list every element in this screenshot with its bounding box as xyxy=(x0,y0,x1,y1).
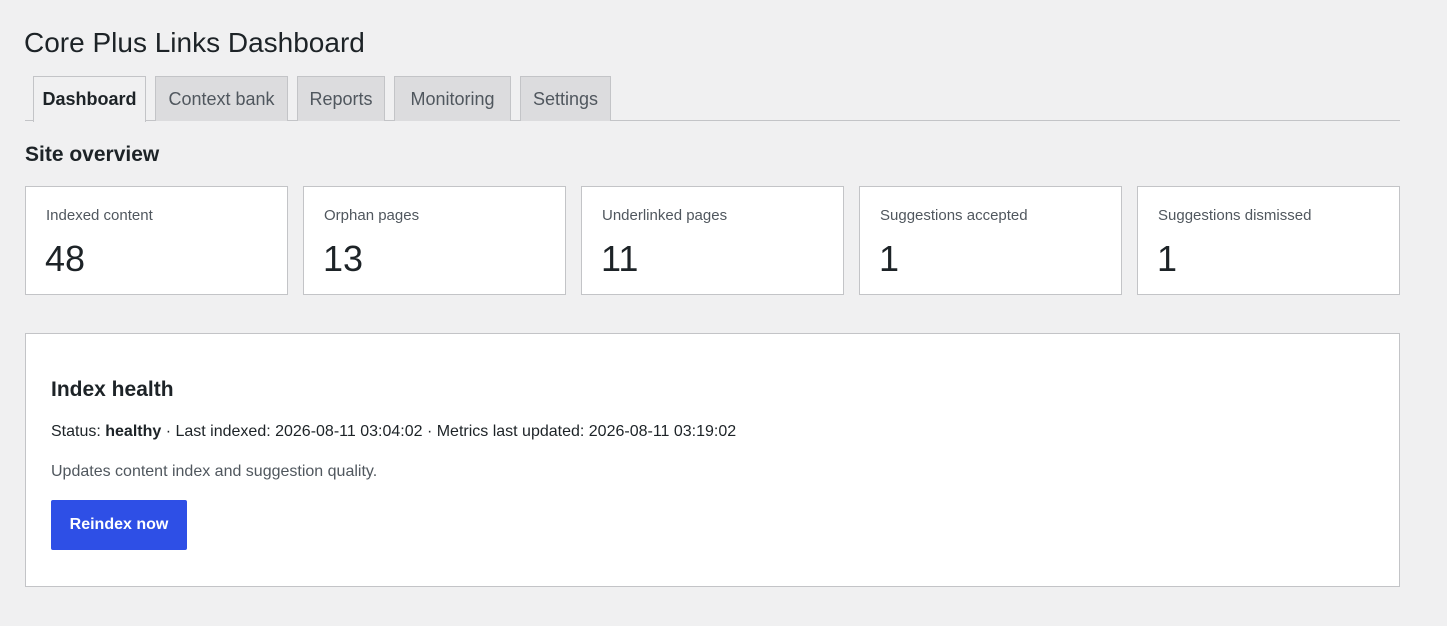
tab-monitoring[interactable]: Monitoring xyxy=(394,76,511,121)
tab-context-bank[interactable]: Context bank xyxy=(155,76,288,121)
stat-card-underlinked-pages: Underlinked pages 11 xyxy=(581,186,844,295)
reindex-now-button[interactable]: Reindex now xyxy=(51,500,187,550)
status-prefix: Status: xyxy=(51,423,106,440)
stat-label: Orphan pages xyxy=(324,207,420,224)
page-title: Core Plus Links Dashboard xyxy=(24,27,365,58)
overview-cards: Indexed content 48 Orphan pages 13 Under… xyxy=(25,186,1400,295)
stat-card-orphan-pages: Orphan pages 13 xyxy=(303,186,566,295)
stat-label: Underlinked pages xyxy=(602,207,728,224)
stat-value: 1 xyxy=(879,238,900,279)
index-health-title: Index health xyxy=(51,378,174,401)
stat-label: Suggestions accepted xyxy=(880,207,1028,224)
tab-settings[interactable]: Settings xyxy=(520,76,611,121)
index-health-panel: Index health Status: healthy · Last inde… xyxy=(25,333,1400,587)
tab-reports[interactable]: Reports xyxy=(297,76,385,121)
stat-card-suggestions-dismissed: Suggestions dismissed 1 xyxy=(1137,186,1400,295)
index-health-status: Status: healthy · Last indexed: 2026-08-… xyxy=(51,423,736,441)
stat-card-indexed-content: Indexed content 48 xyxy=(25,186,288,295)
status-details: · Last indexed: 2026-08-11 03:04:02 · Me… xyxy=(161,423,737,440)
stat-value: 48 xyxy=(45,238,86,279)
stat-value: 11 xyxy=(601,238,639,279)
nav-tabs: Dashboard Context bank Reports Monitorin… xyxy=(25,76,1400,122)
stat-card-suggestions-accepted: Suggestions accepted 1 xyxy=(859,186,1122,295)
stat-label: Suggestions dismissed xyxy=(1158,207,1312,224)
tab-dashboard[interactable]: Dashboard xyxy=(33,76,146,122)
section-title-site-overview: Site overview xyxy=(25,143,160,166)
status-value: healthy xyxy=(105,423,162,440)
stat-value: 1 xyxy=(1157,238,1178,279)
dashboard-page: Core Plus Links Dashboard Dashboard Cont… xyxy=(0,0,1447,626)
stat-value: 13 xyxy=(323,238,364,279)
stat-label: Indexed content xyxy=(46,207,153,224)
index-health-description: Updates content index and suggestion qua… xyxy=(51,463,378,480)
